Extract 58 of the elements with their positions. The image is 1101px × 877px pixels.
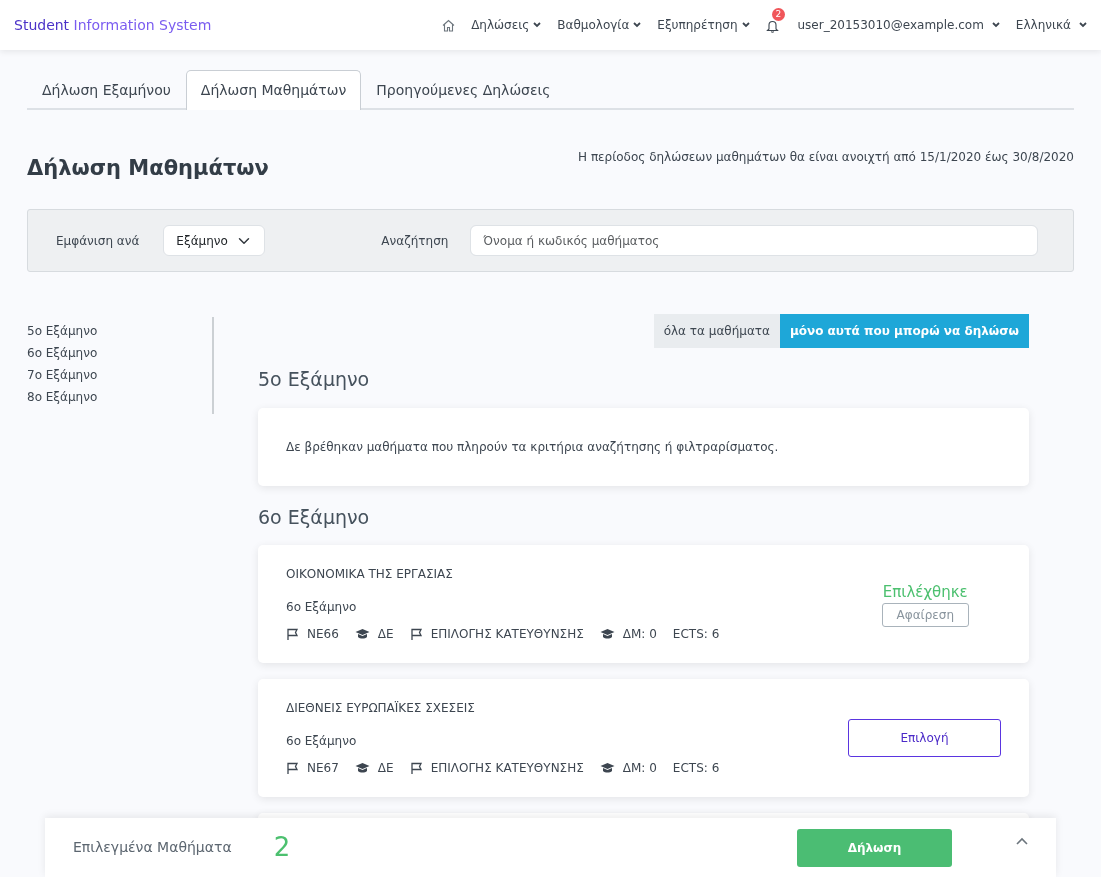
sidebar-item[interactable]: 8ο Εξάμηνο [27,386,212,409]
empty-message: Δε βρέθηκαν μαθήματα που πληρούν τα κριτήρια αναζήτησης ή φιλτραρίσματος. [286,439,779,454]
course-type: ΔΕ [377,760,394,778]
section-title: 6ο Εξάμηνο [258,504,371,530]
course-dm: ΔΜ: 0 [622,626,657,644]
course-title: ΟΙΚΟΝΟΜΙΚΑ ΤΗΣ ΕΡΓΑΣΙΑΣ [286,566,454,584]
selected-status: Επιλέχθηκε [882,581,968,603]
tab[interactable]: Δήλωση Εξαμήνου [27,70,186,110]
show-by-select[interactable]: Εξάμηνο [163,225,266,257]
course-title: ΔΙΕΘΝΕΙΣ ΕΥΡΩΠΑΪΚΕΣ ΣΧΕΣΕΙΣ [286,700,476,718]
course-code: ΝΕ66 [307,626,339,644]
course-ects: ECTS: 6 [672,760,720,778]
flag-icon [286,761,299,775]
course-semester: 6ο Εξάμηνο [286,733,358,751]
course-dm: ΔΜ: 0 [622,760,657,778]
graduation-cap-icon [599,762,615,775]
course-category: ΕΠΙΛΟΓΗΣ ΚΑΤΕΥΘΥΝΣΗΣ [430,760,584,778]
course-semester: 6ο Εξάμηνο [286,599,358,617]
flag-icon [286,627,299,641]
filter-toggle[interactable]: όλα τα μαθήματα [653,314,780,349]
graduation-cap-icon [599,628,615,641]
course-code: ΝΕ67 [307,760,339,778]
caret-icon [1079,22,1087,28]
course-category: ΕΠΙΛΟΓΗΣ ΚΑΤΕΥΘΥΝΣΗΣ [430,626,584,644]
nav-menu[interactable]: Δηλώσεις [471,16,542,34]
nav-menu[interactable]: Βαθμολογία [557,16,642,34]
select-button[interactable]: Επιλογή [848,719,1001,758]
tab[interactable]: Προηγούμενες Δηλώσεις [361,70,566,110]
selected-count: 2 [273,831,291,864]
search-field[interactable]: Όνομα ή κωδικός μαθήματος [470,225,1038,257]
flag-icon [409,627,423,641]
caret-icon [633,22,642,28]
section-title: 5ο Εξάμηνο [258,367,371,393]
show-by-label: Εμφάνιση ανά [56,232,140,250]
caret-icon [991,22,1000,28]
flag-icon [409,761,423,775]
sidebar-item[interactable]: 7ο Εξάμηνο [27,364,212,387]
collapse-icon[interactable] [1016,836,1028,845]
language-menu[interactable]: Ελληνικά [1015,16,1087,34]
bell-icon[interactable] [765,18,779,33]
sidebar-item[interactable]: 5ο Εξάμηνο [27,320,212,343]
tab[interactable]: Δήλωση Μαθημάτων [185,70,362,110]
graduation-cap-icon [354,762,370,775]
home-icon[interactable] [442,18,456,32]
sidebar-item[interactable]: 6ο Εξάμηνο [27,342,212,365]
graduation-cap-icon [354,628,370,641]
nav-menu[interactable]: Εξυπηρέτηση [657,16,750,34]
search-label: Αναζήτηση [381,232,449,250]
caret-icon [533,22,542,28]
user-menu[interactable]: user_20153010@example.com [797,16,1000,34]
notification-count: 2 [771,8,786,21]
page-title: Δήλωση Μαθημάτων [27,156,269,182]
brand-logo[interactable]: Student Information System [14,14,212,36]
period-note: Η περίοδος δηλώσεων μαθημάτων θα είναι ανοιχτή από 15/1/2020 έως 30/8/2020 [578,149,1074,166]
caret-icon [741,22,750,28]
course-ects: ECTS: 6 [672,626,720,644]
selected-courses-label: Επιλεγμένα Μαθήματα [73,838,232,857]
course-type: ΔΕ [377,626,394,644]
